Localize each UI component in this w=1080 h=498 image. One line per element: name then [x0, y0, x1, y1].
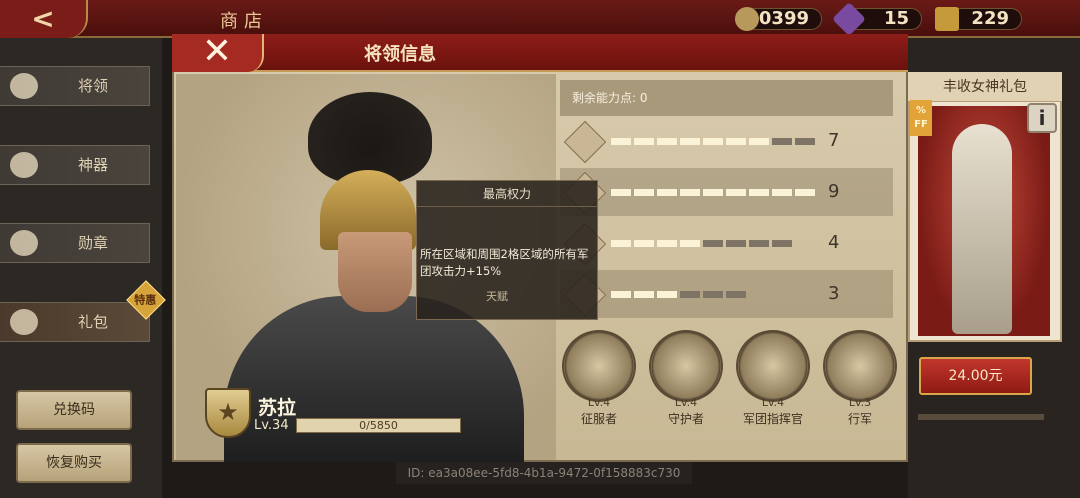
stat-segment — [611, 189, 631, 196]
sidebar-item-packs[interactable]: 礼包 — [0, 302, 150, 342]
coin-counter[interactable]: 90399 — [735, 7, 822, 31]
skill-level: Lv.4 — [587, 396, 611, 409]
portrait-face — [338, 232, 412, 312]
stat-segment — [657, 189, 677, 196]
sidebar-item-label: 神器 — [78, 156, 109, 174]
stat-segment — [703, 240, 723, 247]
skill-name: 行军 — [847, 412, 872, 426]
stat-bar — [611, 291, 749, 299]
eagle-icon — [10, 230, 38, 256]
stat-value: 4 — [828, 232, 840, 253]
stat-value: 9 — [828, 181, 840, 202]
sidebar-item-label: 将领 — [78, 77, 109, 95]
info-icon: i — [1038, 106, 1046, 130]
stat-segment — [749, 138, 769, 145]
info-button[interactable]: i — [1027, 103, 1057, 133]
general-name: 苏拉 — [258, 397, 297, 419]
stat-segment — [795, 138, 815, 145]
stat-segment — [749, 240, 769, 247]
skill-level: Lv.4 — [674, 396, 698, 409]
skill-name: 军团指挥官 — [742, 412, 803, 426]
stat-segment — [611, 138, 631, 145]
close-icon: ✕ — [201, 31, 233, 72]
stat-segment — [772, 240, 792, 247]
stat-value: 3 — [828, 283, 840, 304]
token-value: 229 — [971, 8, 1009, 29]
sidebar-item-medals[interactable]: 勋章 — [0, 223, 150, 263]
skill-name: 守护者 — [667, 412, 704, 426]
discount-tag: % FF — [910, 100, 932, 136]
stat-segment — [726, 240, 746, 247]
tooltip-title: 最高权力 — [416, 182, 598, 207]
stat-segment — [703, 291, 723, 298]
modal-header — [172, 34, 908, 72]
experience-bar: 0/5850 — [296, 418, 461, 433]
stat-segment — [680, 138, 700, 145]
stat-segment — [657, 291, 677, 298]
skill-guardian-icon[interactable] — [649, 330, 723, 402]
pack-scroll-bar[interactable] — [918, 414, 1044, 420]
remaining-points: 剩余能力点: 0 — [560, 80, 893, 116]
skill-level: Lv.3 — [848, 396, 872, 409]
stat-bar — [611, 138, 818, 146]
stat-segment — [795, 189, 815, 196]
stat-segment — [772, 189, 792, 196]
rank-star-icon: ★ — [205, 388, 251, 438]
back-button[interactable]: < — [0, 0, 88, 38]
restore-purchase-button[interactable]: 恢复购买 — [16, 443, 132, 483]
stat-segment — [726, 291, 746, 298]
stat-segment — [611, 291, 631, 298]
stat-segment — [726, 189, 746, 196]
page-title: 商店 — [220, 11, 268, 32]
stat-segment — [726, 138, 746, 145]
back-arrow-icon: < — [31, 2, 55, 35]
stat-segment — [703, 189, 723, 196]
stat-segment — [634, 138, 654, 145]
token-counter[interactable]: 229 — [935, 7, 1022, 31]
skill-conqueror-icon[interactable] — [562, 330, 636, 402]
buy-button[interactable]: 24.00元 — [919, 357, 1032, 395]
stat-segment — [634, 189, 654, 196]
stat-segment — [680, 189, 700, 196]
sidebar-item-label: 勋章 — [78, 234, 109, 252]
stat-bar — [611, 240, 795, 248]
general-level: Lv.34 — [254, 418, 289, 433]
stat-segment — [634, 291, 654, 298]
tooltip-description: 所在区域和周围2格区域的所有军团攻击力+15% — [420, 247, 589, 278]
redeem-code-button[interactable]: 兑换码 — [16, 390, 132, 430]
stat-segment — [611, 240, 631, 247]
tooltip-category: 天赋 — [486, 290, 508, 303]
modal-title: 将领信息 — [364, 44, 436, 65]
eye-icon — [10, 152, 38, 178]
sidebar-item-label: 礼包 — [78, 313, 109, 331]
skill-march-icon[interactable] — [823, 330, 897, 402]
skill-level: Lv.4 — [761, 396, 785, 409]
stat-segment — [657, 240, 677, 247]
stat-segment — [772, 138, 792, 145]
stat-segment — [634, 240, 654, 247]
stat-segment — [680, 240, 700, 247]
device-id: ID: ea3a08ee-5fd8-4b1a-9472-0f158883c730 — [396, 462, 692, 484]
gift-pack-title: 丰收女神礼包 — [908, 72, 1062, 102]
close-button[interactable]: ✕ — [172, 34, 264, 72]
stat-value: 7 — [828, 130, 840, 151]
stat-segment — [680, 291, 700, 298]
skill-name: 征服者 — [580, 412, 617, 426]
stat-segment — [657, 138, 677, 145]
coin-icon — [735, 7, 759, 31]
goddess-statue-image — [952, 124, 1012, 334]
sidebar-item-generals[interactable]: 将领 — [0, 66, 150, 106]
skill-legion-commander-icon[interactable] — [736, 330, 810, 402]
spqr-token-icon — [935, 7, 959, 31]
stat-bar — [611, 189, 818, 197]
crystal-value: 15 — [883, 8, 909, 29]
stat-segment — [749, 189, 769, 196]
chest-icon — [10, 309, 38, 335]
sidebar-item-artifacts[interactable]: 神器 — [0, 145, 150, 185]
stat-segment — [703, 138, 723, 145]
crystal-counter[interactable]: 15 — [832, 2, 922, 36]
helmet-icon — [10, 73, 38, 99]
